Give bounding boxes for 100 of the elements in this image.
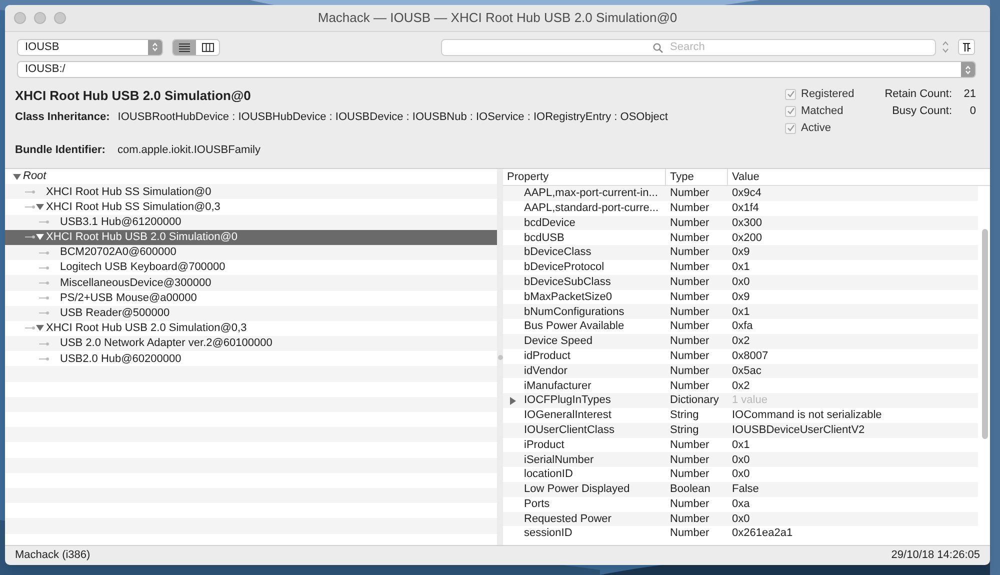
tree-row[interactable]: MiscellaneousDevice@300000 (5, 275, 497, 290)
tree-row[interactable]: USB Reader@500000 (5, 306, 497, 321)
column-header[interactable]: Type (666, 169, 728, 185)
property-cell-text: bDeviceSubClass (524, 274, 611, 290)
type-cell-text: Number (669, 290, 710, 305)
tree-connector-icon (25, 234, 35, 240)
tree-item-label: XHCI Root Hub USB 2.0 Simulation@0,3 (46, 321, 247, 336)
value-cell-text: False (731, 482, 759, 498)
value-cell-text: 0x261ea2a1 (731, 526, 793, 542)
property-cell-text: idVendor (524, 364, 568, 379)
property-cell-text: iManufacturer (524, 378, 592, 394)
tree-connector-icon (39, 219, 49, 226)
tree-item-label: XHCI Root Hub USB 2.0 Simulation@0 (46, 230, 238, 246)
type-cell-text: Number (669, 304, 710, 320)
value-cell-text: 0x9 (731, 290, 750, 305)
tree-item-label: BCM20702A0@600000 (60, 245, 176, 260)
value-cell-text: 0x0 (731, 467, 750, 482)
window-control-button[interactable] (54, 12, 66, 24)
property-cell-text: bDeviceProtocol (524, 260, 604, 276)
property-cell-text: bcdDevice (524, 216, 576, 231)
property-cell-text: IOGeneralInterest (524, 408, 612, 424)
tree-item-label: USB2.0 Hub@60200000 (60, 352, 182, 367)
tree-row[interactable]: XHCI Root Hub USB 2.0 Simulation@0 (5, 230, 497, 245)
type-cell-text: Number (669, 348, 710, 364)
checkbox[interactable] (785, 106, 796, 116)
property-cell-text: Bus Power Available (524, 319, 624, 334)
search-field[interactable]: Search (441, 38, 936, 56)
disclosure-triangle-icon[interactable] (36, 233, 44, 242)
type-cell-text: Boolean (669, 482, 712, 498)
flag-label: Matched (801, 104, 844, 119)
type-cell-text: Number (669, 260, 710, 276)
type-cell-text: Number (669, 200, 710, 216)
plane-popup[interactable]: IOUSB (17, 38, 163, 56)
tree-connector-icon (39, 280, 49, 286)
column-view-button[interactable] (196, 40, 219, 54)
tree-row[interactable]: XHCI Root Hub SS Simulation@0 (5, 184, 497, 200)
checkbox[interactable] (785, 122, 796, 134)
property-cell-text: AAPL,standard-port-curre... (524, 200, 659, 216)
value-cell-text: 0x5ac (731, 364, 762, 379)
disclosure-triangle-icon[interactable] (36, 324, 44, 332)
checkbox[interactable] (785, 88, 796, 100)
property-cell-text: Device Speed (524, 334, 592, 350)
value-cell-text: 0x1f4 (731, 200, 759, 216)
type-cell-text: Number (669, 245, 710, 260)
tree-item-label: MiscellaneousDevice@300000 (60, 276, 212, 291)
property-cell-text: idProduct (524, 348, 570, 364)
tree-row[interactable]: Logitech USB Keyboard@700000 (5, 260, 497, 276)
value-cell-text: 0x0 (731, 512, 750, 527)
type-cell-text: Number (669, 512, 710, 527)
type-cell-text: Number (669, 438, 710, 453)
column-header[interactable]: Value (728, 169, 990, 185)
type-cell-text: Number (669, 467, 710, 482)
tree-item-label: XHCI Root Hub SS Simulation@0 (46, 184, 212, 200)
window-control-button[interactable] (34, 12, 46, 24)
tree-row[interactable]: USB2.0 Hub@60200000 (5, 351, 497, 366)
flag-label: Registered (801, 86, 854, 102)
window-title: Machack — IOUSB — XHCI Root Hub USB 2.0 Simulation@0 (316, 9, 678, 28)
property-cell-text: iSerialNumber (524, 452, 594, 468)
path-field[interactable]: IOUSB:/ (17, 61, 976, 78)
column-header[interactable]: Property (503, 169, 666, 185)
stepper-icon[interactable] (941, 39, 950, 55)
count-value: 21 (962, 86, 976, 102)
status-text: Machack (i386) (15, 548, 90, 564)
property-cell-text: Ports (524, 496, 550, 512)
tree-item-label: USB Reader@500000 (60, 306, 170, 322)
tree-row[interactable]: USB 2.0 Network Adapter ver.2@60100000 (5, 336, 497, 352)
split-handle[interactable] (498, 354, 502, 360)
stepper-icon (148, 40, 162, 54)
value-cell-text: 0x9 (731, 245, 750, 260)
timestamp: 29/10/18 14:26:05 (891, 548, 980, 564)
count-value: 0 (968, 104, 976, 119)
type-cell-text: Number (669, 319, 710, 334)
list-view-button[interactable] (173, 40, 196, 54)
tree-row[interactable]: USB3.1 Hub@61200000 (5, 214, 497, 230)
tree-connector-icon (39, 250, 49, 256)
value-cell-text: 0x1 (731, 304, 750, 320)
tree-item-label: XHCI Root Hub SS Simulation@0,3 (46, 200, 220, 215)
inspector-button[interactable] (958, 39, 975, 55)
value-cell-text: IOCommand is not serializable (731, 408, 882, 424)
value-cell-text: 0xa (731, 496, 750, 512)
count-label: Retain Count: (884, 86, 952, 102)
columns-icon (202, 42, 214, 52)
value-cell-text: 0x8007 (731, 348, 768, 364)
value-cell-text: 0x200 (731, 230, 762, 246)
disclosure-triangle-icon[interactable] (509, 396, 517, 405)
value-cell-text: IOUSBDeviceUserClientV2 (731, 422, 865, 438)
object-title: XHCI Root Hub USB 2.0 Simulation@0 (15, 87, 252, 103)
inspector-icon (962, 42, 971, 52)
tree-connector-icon (39, 264, 49, 271)
property-cell-text: iProduct (524, 438, 564, 453)
disclosure-triangle-icon[interactable] (36, 202, 44, 211)
tree-row[interactable]: BCM20702A0@600000 (5, 244, 497, 260)
window-control-button[interactable] (14, 12, 26, 24)
property-cell-text: IOUserClientClass (524, 422, 614, 438)
scrollbar-thumb[interactable] (982, 229, 988, 439)
disclosure-triangle-icon[interactable] (13, 172, 21, 181)
count-label: Busy Count: (892, 104, 952, 119)
type-cell-text: Number (669, 230, 710, 246)
type-cell-text: Number (669, 186, 710, 202)
flag-label: Active (801, 120, 831, 136)
